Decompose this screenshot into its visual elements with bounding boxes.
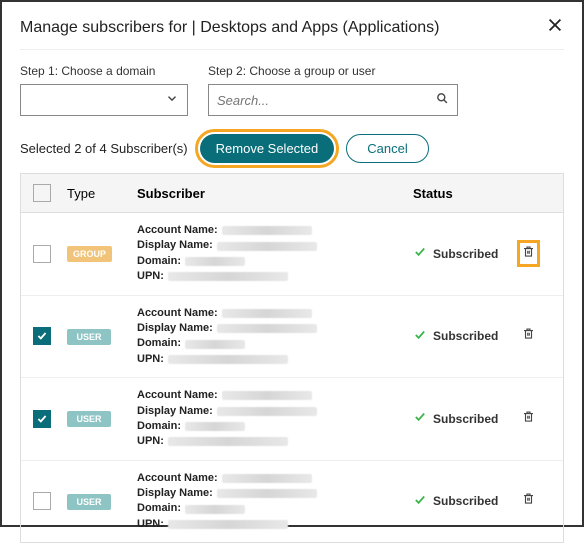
row-checkbox[interactable] bbox=[33, 492, 51, 510]
status-cell: Subscribed bbox=[413, 493, 521, 510]
type-badge: GROUP bbox=[67, 246, 112, 262]
col-type: Type bbox=[67, 186, 137, 201]
status-cell: Subscribed bbox=[413, 245, 521, 262]
check-icon bbox=[413, 493, 427, 510]
type-badge: USER bbox=[67, 494, 111, 510]
table-row: USER Account Name:Display Name:Domain:UPN… bbox=[21, 296, 563, 379]
trash-icon[interactable] bbox=[521, 328, 536, 345]
table-row: GROUP Account Name:Display Name:Domain:UP… bbox=[21, 213, 563, 296]
subscribers-table: Type Subscriber Status GROUP Account Name… bbox=[20, 173, 564, 543]
row-checkbox[interactable] bbox=[33, 327, 51, 345]
search-field[interactable] bbox=[208, 84, 458, 116]
chevron-down-icon bbox=[165, 91, 179, 110]
search-icon bbox=[435, 91, 449, 110]
search-input[interactable] bbox=[217, 93, 417, 108]
type-badge: USER bbox=[67, 411, 111, 427]
select-all-checkbox[interactable] bbox=[33, 184, 51, 202]
col-status: Status bbox=[413, 186, 521, 201]
check-icon bbox=[413, 410, 427, 427]
remove-selected-button[interactable]: Remove Selected bbox=[200, 134, 335, 163]
trash-icon[interactable] bbox=[521, 411, 536, 428]
trash-icon[interactable] bbox=[521, 493, 536, 510]
row-checkbox[interactable] bbox=[33, 410, 51, 428]
table-row: USER Account Name:Display Name:Domain:UPN… bbox=[21, 461, 563, 543]
type-badge: USER bbox=[67, 329, 111, 345]
table-row: USER Account Name:Display Name:Domain:UPN… bbox=[21, 378, 563, 461]
close-icon[interactable] bbox=[546, 16, 564, 39]
row-checkbox[interactable] bbox=[33, 245, 51, 263]
step1-label: Step 1: Choose a domain bbox=[20, 64, 188, 78]
subscriber-details: Account Name:Display Name:Domain:UPN: bbox=[137, 306, 413, 368]
domain-dropdown[interactable] bbox=[20, 84, 188, 116]
subscriber-details: Account Name:Display Name:Domain:UPN: bbox=[137, 388, 413, 450]
dialog-title: Manage subscribers for | Desktops and Ap… bbox=[20, 19, 439, 37]
step2-label: Step 2: Choose a group or user bbox=[208, 64, 458, 78]
cancel-button[interactable]: Cancel bbox=[346, 134, 428, 163]
status-cell: Subscribed bbox=[413, 410, 521, 427]
status-cell: Subscribed bbox=[413, 328, 521, 345]
selection-count: Selected 2 of 4 Subscriber(s) bbox=[20, 141, 188, 156]
trash-icon[interactable] bbox=[521, 246, 536, 263]
subscriber-details: Account Name:Display Name:Domain:UPN: bbox=[137, 223, 413, 285]
check-icon bbox=[413, 328, 427, 345]
check-icon bbox=[413, 245, 427, 262]
subscriber-details: Account Name:Display Name:Domain:UPN: bbox=[137, 471, 413, 533]
col-subscriber: Subscriber bbox=[137, 186, 413, 201]
